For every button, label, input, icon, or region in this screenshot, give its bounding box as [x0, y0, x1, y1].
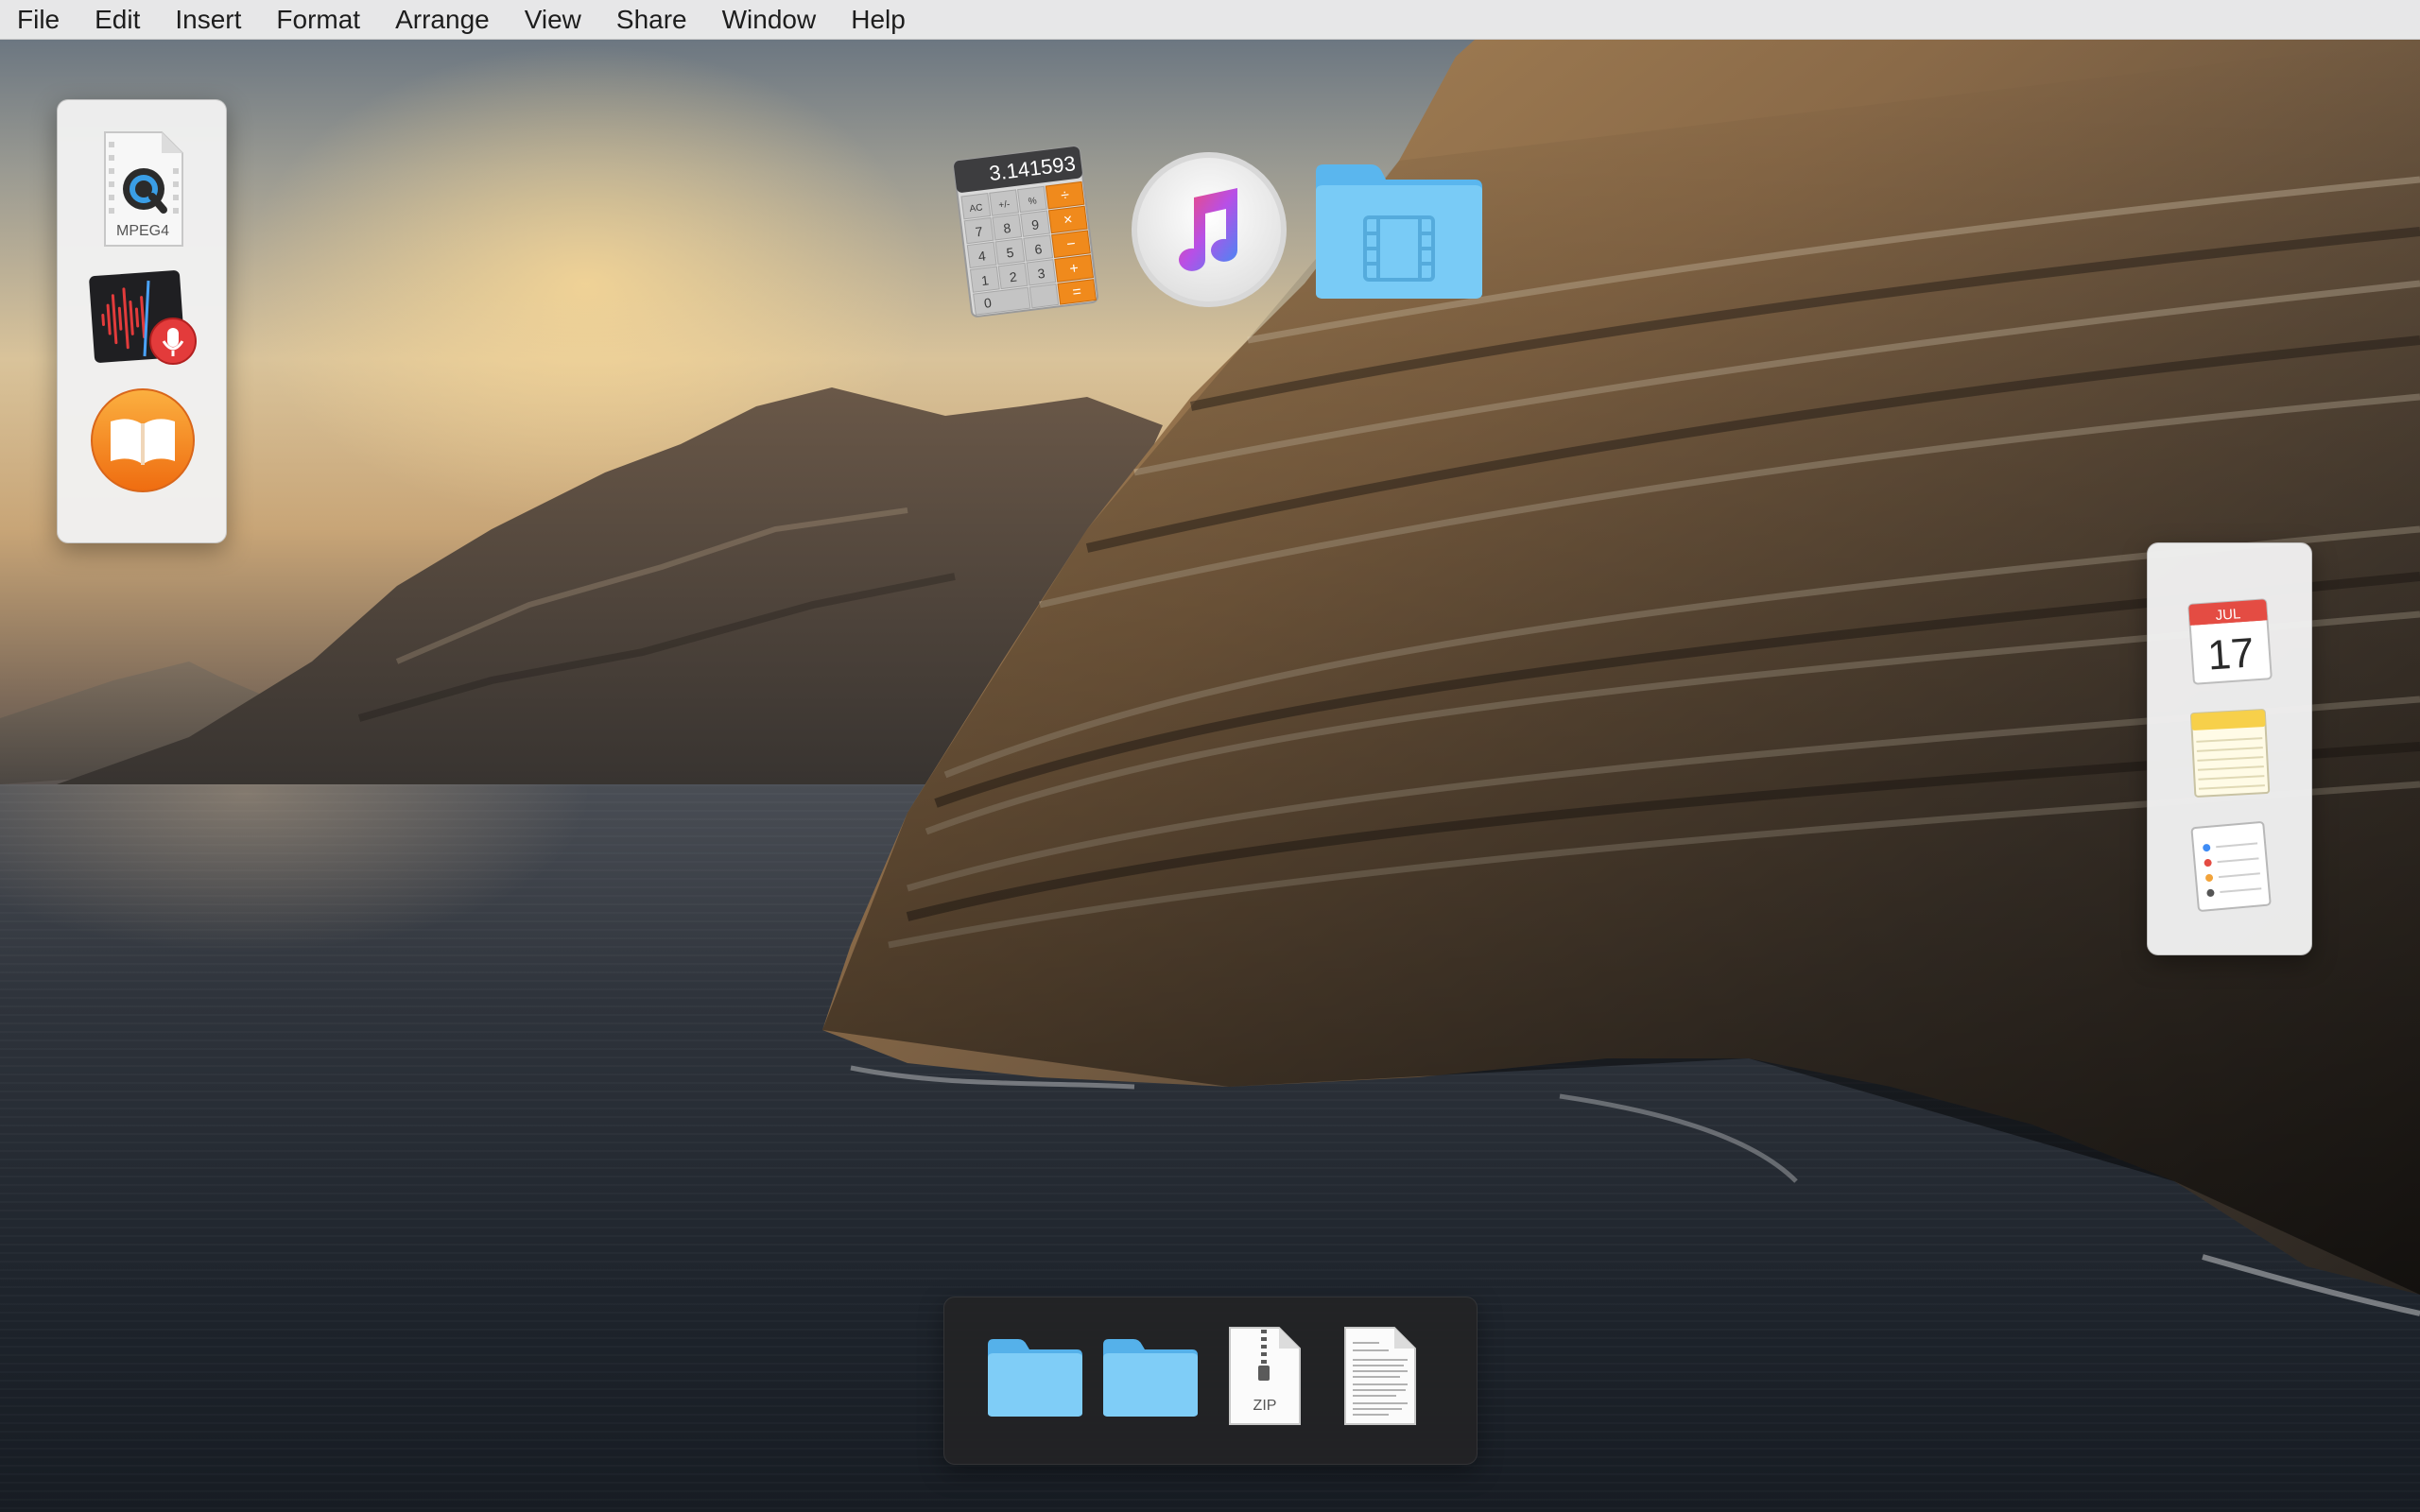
zip-archive[interactable]: ZIP: [1226, 1324, 1304, 1428]
menu-insert[interactable]: Insert: [175, 0, 241, 40]
menu-edit[interactable]: Edit: [95, 0, 140, 40]
calculator-icon: 8 97 456 123 0 AC +/-% ÷×−+= 3.141593: [953, 146, 1098, 318]
menu-help[interactable]: Help: [851, 0, 906, 40]
reminders-app[interactable]: [2184, 817, 2276, 914]
calculator-app[interactable]: 897 456 123 0 AC +/-% ÷ × − + = 3.141593: [945, 142, 1106, 321]
svg-text:AC: AC: [969, 202, 983, 215]
calendar-icon: JUL 17: [2187, 598, 2273, 685]
open-book-icon: [91, 388, 195, 492]
svg-text:%: %: [1028, 196, 1037, 207]
mpeg4-caption: MPEG4: [115, 223, 169, 239]
menu-format[interactable]: Format: [276, 0, 360, 40]
calendar-app[interactable]: JUL 17: [2184, 594, 2276, 689]
folder-icon: [988, 1339, 1082, 1417]
music-note-icon: [1132, 152, 1287, 307]
mpeg4-quicktime-file[interactable]: MPEG4: [95, 129, 190, 251]
calendar-month: JUL: [2215, 606, 2241, 624]
zip-caption: ZIP: [1253, 1398, 1277, 1414]
text-document[interactable]: [1341, 1324, 1419, 1428]
folder-1[interactable]: [986, 1335, 1084, 1420]
waveform-microphone-icon: [89, 270, 197, 365]
folder-2[interactable]: [1101, 1335, 1200, 1420]
menu-bar: File Edit Insert Format Arrange View Sha…: [0, 0, 2420, 40]
notes-icon: [2189, 709, 2271, 798]
reminders-list-icon: [2190, 821, 2272, 912]
menu-share[interactable]: Share: [616, 0, 687, 40]
text-document-icon: [1344, 1327, 1416, 1425]
notes-app[interactable]: [2184, 704, 2276, 800]
menu-file[interactable]: File: [17, 0, 60, 40]
right-icon-panel: JUL 17: [2147, 542, 2312, 955]
itunes-app[interactable]: [1128, 148, 1290, 311]
movies-folder[interactable]: [1312, 159, 1486, 301]
left-icon-panel: MPEG4: [57, 99, 227, 543]
svg-text:+/-: +/-: [998, 199, 1011, 211]
books-app[interactable]: [86, 384, 199, 497]
film-folder-icon: [1316, 164, 1482, 299]
menu-window[interactable]: Window: [722, 0, 817, 40]
calendar-day: 17: [2206, 629, 2256, 679]
menu-view[interactable]: View: [525, 0, 581, 40]
bottom-icon-panel: ZIP: [943, 1297, 1478, 1465]
voice-memos-app[interactable]: [86, 266, 199, 369]
menu-arrange[interactable]: Arrange: [395, 0, 490, 40]
folder-icon: [1103, 1339, 1198, 1417]
